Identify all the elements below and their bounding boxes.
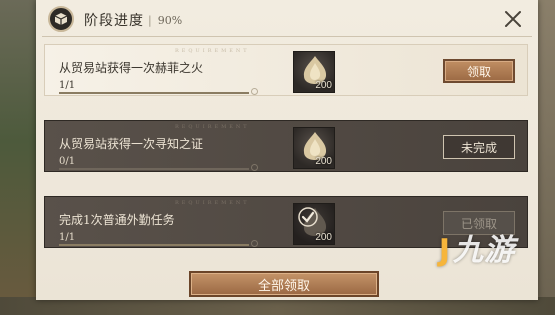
task-progress-fill (59, 92, 249, 94)
logo-text: 九游 (453, 233, 515, 268)
progress-end-marker (251, 240, 258, 247)
row-watermark: REQUIREMENT (175, 124, 250, 130)
task-name: 从贸易站获得一次赫菲之火 (59, 61, 204, 75)
task-progress-bar (59, 168, 249, 170)
task-progress-fill (59, 244, 249, 246)
row-watermark: REQUIREMENT (175, 200, 250, 206)
reward-item[interactable]: 200 (293, 203, 335, 245)
close-icon (505, 11, 521, 27)
task-count: 1/1 (59, 80, 76, 91)
claim-button[interactable]: 领取 (443, 59, 515, 83)
background-scene-right (537, 0, 555, 315)
reward-item[interactable]: 200 (293, 127, 335, 169)
package-box-icon (48, 6, 74, 32)
task-row: REQUIREMENT 从贸易站获得一次寻知之证 0/1 200 未完成 (44, 120, 528, 172)
reward-item[interactable]: 200 (293, 51, 335, 93)
close-button[interactable] (500, 6, 526, 32)
reward-quantity: 200 (315, 232, 332, 243)
watermark-logo: J九游 (439, 225, 515, 269)
task-count: 1/1 (59, 232, 76, 243)
task-row: REQUIREMENT 从贸易站获得一次赫菲之火 1/1 200 领取 (44, 44, 528, 96)
incomplete-button[interactable]: 未完成 (443, 135, 515, 159)
reward-quantity: 200 (315, 80, 332, 91)
task-progress-bar (59, 92, 249, 94)
claim-all-button[interactable]: 全部领取 (189, 271, 379, 297)
progress-end-marker (251, 164, 258, 171)
panel-title: 阶段进度 (84, 13, 144, 29)
header-divider (42, 36, 532, 37)
stage-progress-percent: 90% (148, 14, 182, 27)
task-name: 完成1次普通外勤任务 (59, 213, 175, 227)
task-count: 0/1 (59, 156, 76, 167)
logo-mark: J (438, 233, 451, 268)
task-progress-bar (59, 244, 249, 246)
task-name: 从贸易站获得一次寻知之证 (59, 137, 204, 151)
reward-quantity: 200 (315, 156, 332, 167)
progress-end-marker (251, 88, 258, 95)
row-watermark: REQUIREMENT (175, 48, 250, 54)
